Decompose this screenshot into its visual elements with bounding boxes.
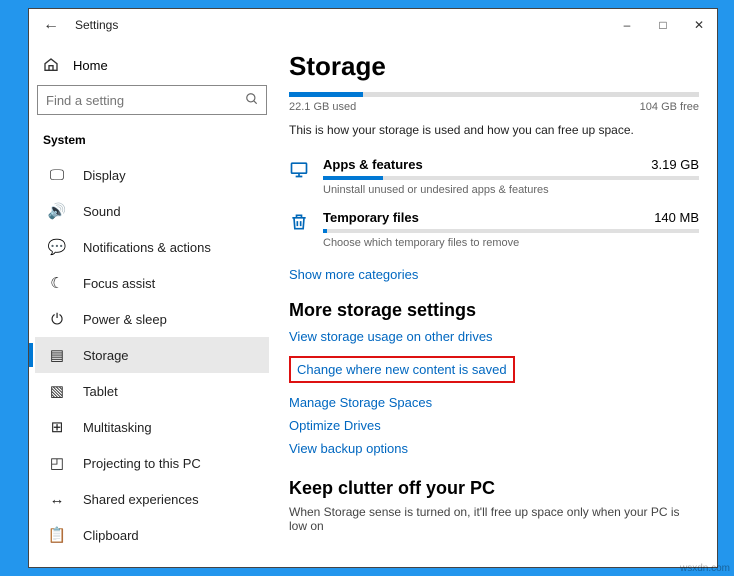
- maximize-button[interactable]: □: [645, 9, 681, 41]
- cat-name: Apps & features: [323, 157, 423, 172]
- main-panel: Storage 22.1 GB used 104 GB free This is…: [275, 41, 717, 567]
- sidebar-item-label: Focus assist: [83, 276, 155, 291]
- link-change-content-saved[interactable]: Change where new content is saved: [297, 362, 507, 377]
- cat-name: Temporary files: [323, 210, 419, 225]
- keep-body: When Storage sense is turned on, it'll f…: [289, 505, 699, 533]
- sidebar-item-label: Sound: [83, 204, 121, 219]
- sidebar-item-label: Projecting to this PC: [83, 456, 201, 471]
- shared-icon: ↔: [47, 491, 67, 508]
- free-label: 104 GB free: [640, 101, 699, 113]
- show-more-link[interactable]: Show more categories: [289, 267, 699, 282]
- sidebar-item-shared[interactable]: ↔ Shared experiences: [35, 481, 269, 517]
- power-icon: ⏻: [47, 311, 67, 328]
- sidebar-item-clipboard[interactable]: 📋 Clipboard: [35, 517, 269, 553]
- sidebar-item-storage[interactable]: ▤ Storage: [35, 337, 269, 373]
- page-title: Storage: [289, 51, 699, 82]
- sidebar-item-sound[interactable]: 🔊 Sound: [35, 193, 269, 229]
- link-usage-other-drives[interactable]: View storage usage on other drives: [289, 329, 699, 344]
- focus-icon: ☾: [47, 274, 67, 292]
- search-input[interactable]: [37, 85, 267, 115]
- sidebar-item-label: Power & sleep: [83, 312, 167, 327]
- minimize-button[interactable]: –: [609, 9, 645, 41]
- projecting-icon: ◰: [47, 454, 67, 472]
- storage-bar: [289, 92, 699, 97]
- apps-icon: [289, 159, 313, 184]
- cat-size: 140 MB: [654, 210, 699, 225]
- sidebar-item-power[interactable]: ⏻ Power & sleep: [35, 301, 269, 337]
- multitasking-icon: ⊞: [47, 418, 67, 436]
- category-apps[interactable]: Apps & features 3.19 GB Uninstall unused …: [289, 153, 699, 206]
- tablet-icon: ▧: [47, 382, 67, 400]
- notifications-icon: 💬: [47, 238, 67, 256]
- link-backup-options[interactable]: View backup options: [289, 441, 699, 456]
- display-icon: 🖵: [47, 167, 67, 184]
- cat-bar: [323, 176, 699, 180]
- cat-bar: [323, 229, 699, 233]
- used-label: 22.1 GB used: [289, 101, 356, 113]
- titlebar: ← Settings – □ ✕: [29, 9, 717, 41]
- category-temp[interactable]: Temporary files 140 MB Choose which tempo…: [289, 206, 699, 259]
- search-icon: [245, 92, 259, 106]
- cat-sub: Uninstall unused or undesired apps & fea…: [323, 184, 699, 196]
- clipboard-icon: 📋: [47, 526, 67, 544]
- home-icon: [43, 57, 59, 73]
- sidebar-item-label: Shared experiences: [83, 492, 199, 507]
- sidebar-item-label: Clipboard: [83, 528, 139, 543]
- section-header: System: [35, 129, 269, 157]
- sound-icon: 🔊: [47, 202, 67, 220]
- sidebar-item-label: Tablet: [83, 384, 118, 399]
- storage-bar-fill: [289, 92, 363, 97]
- trash-icon: [289, 212, 313, 237]
- sidebar-item-label: Notifications & actions: [83, 240, 211, 255]
- link-optimize-drives[interactable]: Optimize Drives: [289, 418, 699, 433]
- more-heading: More storage settings: [289, 300, 699, 321]
- sidebar-item-multitasking[interactable]: ⊞ Multitasking: [35, 409, 269, 445]
- annotation-highlight: Change where new content is saved: [289, 356, 515, 383]
- storage-description: This is how your storage is used and how…: [289, 123, 699, 137]
- storage-icon: ▤: [47, 346, 67, 364]
- cat-size: 3.19 GB: [651, 157, 699, 172]
- keep-heading: Keep clutter off your PC: [289, 478, 699, 499]
- back-icon[interactable]: ←: [43, 16, 65, 34]
- home-label: Home: [73, 58, 108, 73]
- sidebar-item-notifications[interactable]: 💬 Notifications & actions: [35, 229, 269, 265]
- sidebar: Home System 🖵 Display 🔊 Sound 💬 Notifica…: [29, 41, 275, 567]
- settings-window: ← Settings – □ ✕ Home System 🖵 Display 🔊: [28, 8, 718, 568]
- sidebar-item-projecting[interactable]: ◰ Projecting to this PC: [35, 445, 269, 481]
- app-title: Settings: [75, 18, 118, 32]
- sidebar-item-focus-assist[interactable]: ☾ Focus assist: [35, 265, 269, 301]
- search-field[interactable]: [37, 85, 267, 115]
- home-link[interactable]: Home: [35, 49, 269, 83]
- sidebar-item-label: Display: [83, 168, 126, 183]
- sidebar-item-display[interactable]: 🖵 Display: [35, 157, 269, 193]
- close-button[interactable]: ✕: [681, 9, 717, 41]
- link-storage-spaces[interactable]: Manage Storage Spaces: [289, 395, 699, 410]
- watermark: wsxdn.com: [680, 563, 730, 574]
- sidebar-item-label: Storage: [83, 348, 129, 363]
- sidebar-item-label: Multitasking: [83, 420, 152, 435]
- sidebar-item-tablet[interactable]: ▧ Tablet: [35, 373, 269, 409]
- cat-sub: Choose which temporary files to remove: [323, 237, 699, 249]
